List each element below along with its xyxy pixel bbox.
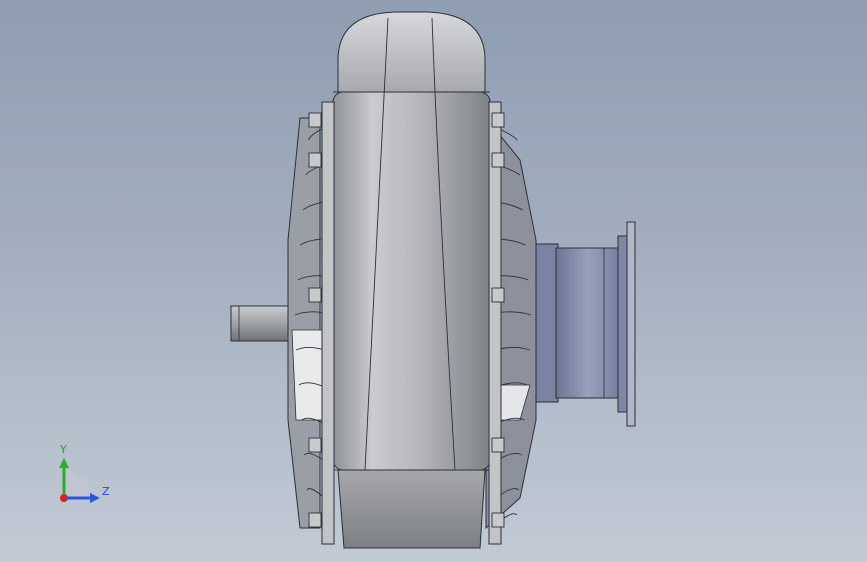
main-housing[interactable] [332,11,491,549]
output-flange-hub[interactable] [535,221,636,427]
input-shaft[interactable] [230,305,294,342]
bolt-head [491,152,505,168]
left-body-flange[interactable] [321,101,335,545]
bolt-head [308,112,322,128]
x-axis-point [60,494,68,502]
cad-viewport[interactable]: Y Z [0,0,867,562]
y-axis-label: Y [60,443,67,456]
right-body-flange[interactable] [488,101,502,545]
axis-triad: Y Z [48,440,118,510]
bolt-head [491,112,505,128]
bolt-head [491,287,505,303]
z-axis-label: Z [102,485,110,498]
bolt-head [491,512,505,528]
bolt-head [308,512,322,528]
bolt-head [308,287,322,303]
bolt-head [491,437,505,453]
bolt-head [308,437,322,453]
bolt-head [308,152,322,168]
axis-triad-graphic [59,458,100,503]
coupling-model[interactable] [0,0,867,562]
